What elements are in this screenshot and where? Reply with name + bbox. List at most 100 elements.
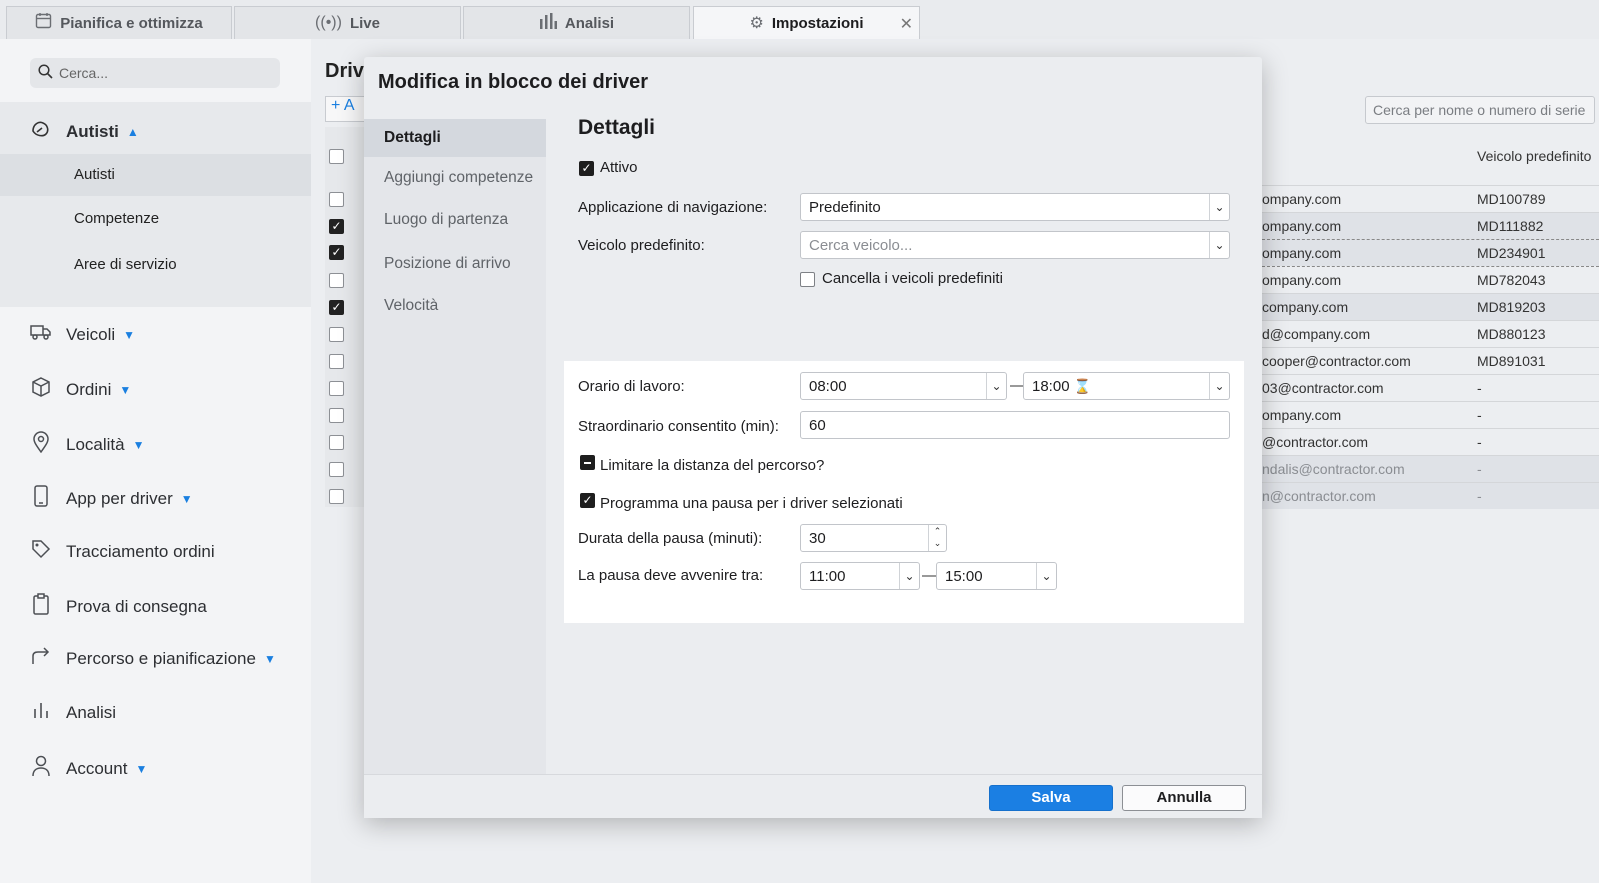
row-vehicle: MD782043	[1477, 272, 1546, 288]
sidebar-search[interactable]: Cerca...	[30, 58, 280, 88]
attivo-checkbox[interactable]: ✓	[579, 161, 594, 176]
sidebar-sub-autisti[interactable]: Autisti	[74, 166, 115, 183]
dialog-nav-arrivo[interactable]: Posizione di arrivo	[384, 255, 511, 273]
chevron-down-icon: ⌄	[1036, 563, 1056, 589]
row-checkbox[interactable]	[329, 381, 344, 396]
sidebar-item-account[interactable]: Account ▼	[30, 755, 147, 782]
row-checkbox[interactable]	[329, 435, 344, 450]
schedule-break-checkbox[interactable]: ✓	[580, 493, 595, 508]
limit-distance-label: Limitare la distanza del percorso?	[600, 457, 825, 474]
sidebar-item-label: Analisi	[66, 702, 117, 722]
sidebar-item-app-driver[interactable]: App per driver ▼	[30, 485, 193, 512]
steering-wheel-icon	[30, 119, 52, 144]
dialog-nav-dettagli[interactable]: Dettagli	[364, 119, 546, 157]
break-duration-input[interactable]: 30 ⌃ ⌄	[800, 524, 947, 552]
sidebar-item-autisti[interactable]: Autisti ▲	[30, 119, 139, 144]
sidebar-item-localita[interactable]: Località ▼	[30, 431, 145, 458]
row-checkbox[interactable]	[329, 327, 344, 342]
table-row[interactable]: ompany.com MD111882	[1262, 212, 1599, 239]
table-row[interactable]: cooper@contractor.com MD891031	[1262, 347, 1599, 374]
caret-down-icon: ▼	[119, 382, 132, 397]
table-row[interactable]: d@company.com MD880123	[1262, 320, 1599, 347]
dialog-footer: Salva Annulla	[364, 774, 1262, 818]
tab-label: Pianifica e ottimizza	[60, 14, 203, 32]
table-row[interactable]: n@contractor.com -	[1262, 482, 1599, 509]
table-row[interactable]: ompany.com MD100789	[1262, 185, 1599, 212]
broadcast-icon: ((•))	[315, 14, 342, 31]
caret-down-icon: ▼	[132, 437, 145, 452]
break-start-select[interactable]: 11:00 ⌄	[800, 562, 920, 590]
row-checkbox[interactable]	[329, 192, 344, 207]
table-row[interactable]: 03@contractor.com -	[1262, 374, 1599, 401]
row-vehicle: -	[1477, 434, 1482, 450]
tab-label: Impostazioni	[771, 14, 864, 32]
sidebar-item-label: Ordini	[66, 379, 112, 399]
row-checkbox[interactable]	[329, 489, 344, 504]
select-all-checkbox[interactable]	[329, 149, 344, 164]
sidebar-item-label: Veicoli	[66, 324, 116, 344]
sidebar-item-label: Percorso e pianificazione	[66, 648, 256, 668]
tab-pianifica[interactable]: Pianifica e ottimizza	[6, 6, 232, 39]
vehicle-search-select[interactable]: Cerca veicolo... ⌄	[800, 231, 1230, 259]
overtime-input[interactable]: 60	[800, 411, 1230, 439]
sidebar-item-ordini[interactable]: Ordini ▼	[30, 377, 131, 402]
sidebar-item-percorso[interactable]: Percorso e pianificazione ▼	[30, 647, 276, 670]
dialog-content: Dettagli ✓ Attivo Applicazione di naviga…	[546, 116, 1262, 774]
sidebar-item-prova-consegna[interactable]: Prova di consegna	[30, 593, 207, 620]
close-icon[interactable]: ✕	[900, 14, 913, 34]
break-duration-value: 30	[809, 530, 826, 547]
row-checkbox[interactable]	[329, 354, 344, 369]
row-email: ompany.com	[1262, 272, 1342, 288]
row-checkbox[interactable]: ✓	[329, 300, 344, 315]
phone-icon	[30, 485, 52, 512]
work-start-select[interactable]: 08:00 ⌄	[800, 372, 1007, 400]
column-header-vehicle[interactable]: Veicolo predefinito	[1477, 148, 1591, 164]
dialog-nav-velocita[interactable]: Velocità	[384, 297, 438, 315]
tab-live[interactable]: ((•)) Live	[234, 6, 461, 39]
row-checkbox[interactable]: ✓	[329, 219, 344, 234]
sidebar-item-label: Prova di consegna	[66, 596, 207, 616]
table-row[interactable]: ndalis@contractor.com -	[1262, 455, 1599, 482]
clear-vehicles-checkbox[interactable]	[800, 272, 815, 287]
tab-bar: Pianifica e ottimizza ((•)) Live Analisi…	[0, 0, 1599, 39]
add-driver-button[interactable]: + A	[325, 96, 365, 122]
table-row[interactable]: @contractor.com -	[1262, 428, 1599, 455]
row-checkbox[interactable]	[329, 273, 344, 288]
section-title: Dettagli	[578, 116, 656, 139]
nav-app-select[interactable]: Predefinito ⌄	[800, 193, 1230, 221]
tab-label: Analisi	[564, 14, 615, 32]
break-end-select[interactable]: 15:00 ⌄	[936, 562, 1057, 590]
row-checkbox[interactable]: ✓	[329, 245, 344, 260]
add-label: A	[343, 97, 355, 114]
dialog-nav-competenze[interactable]: Aggiungi competenze	[384, 169, 533, 187]
dialog-nav-partenza[interactable]: Luogo di partenza	[384, 211, 508, 229]
table-row[interactable]: ompany.com MD782043	[1262, 266, 1599, 293]
cancel-button[interactable]: Annulla	[1122, 785, 1246, 811]
table-row[interactable]: ompany.com -	[1262, 401, 1599, 428]
row-checkbox[interactable]	[329, 462, 344, 477]
sidebar-item-veicoli[interactable]: Veicoli ▼	[30, 323, 135, 346]
tab-analisi[interactable]: Analisi	[463, 6, 690, 39]
sidebar-sub-aree[interactable]: Aree di servizio	[74, 256, 177, 273]
row-vehicle: -	[1477, 407, 1482, 423]
work-end-value: 18:00	[1032, 378, 1070, 395]
bar-chart-icon	[30, 701, 52, 724]
table-row[interactable]: ompany.com MD234901	[1262, 239, 1599, 266]
row-vehicle: -	[1477, 380, 1482, 396]
save-button[interactable]: Salva	[989, 785, 1113, 811]
chevron-down-icon: ⌄	[986, 373, 1006, 399]
row-checkbox[interactable]	[329, 408, 344, 423]
work-end-select[interactable]: 18:00 ⌛ ⌄	[1023, 372, 1230, 400]
stepper-icon[interactable]: ⌃ ⌄	[928, 525, 946, 551]
attivo-label: Attivo	[600, 159, 638, 176]
tab-impostazioni[interactable]: ⚙ Impostazioni ✕	[693, 6, 920, 39]
sidebar-sub-competenze[interactable]: Competenze	[74, 210, 159, 227]
limit-distance-checkbox[interactable]	[580, 455, 595, 470]
driver-search-input[interactable]: Cerca per nome o numero di serie	[1365, 96, 1595, 124]
sidebar-item-tracciamento[interactable]: Tracciamento ordini	[30, 539, 215, 564]
break-end-value: 15:00	[945, 568, 983, 585]
search-input[interactable]: Cerca...	[59, 65, 108, 81]
row-email: ompany.com	[1262, 191, 1342, 207]
sidebar-item-analisi[interactable]: Analisi	[30, 701, 116, 724]
table-row[interactable]: company.com MD819203	[1262, 293, 1599, 320]
